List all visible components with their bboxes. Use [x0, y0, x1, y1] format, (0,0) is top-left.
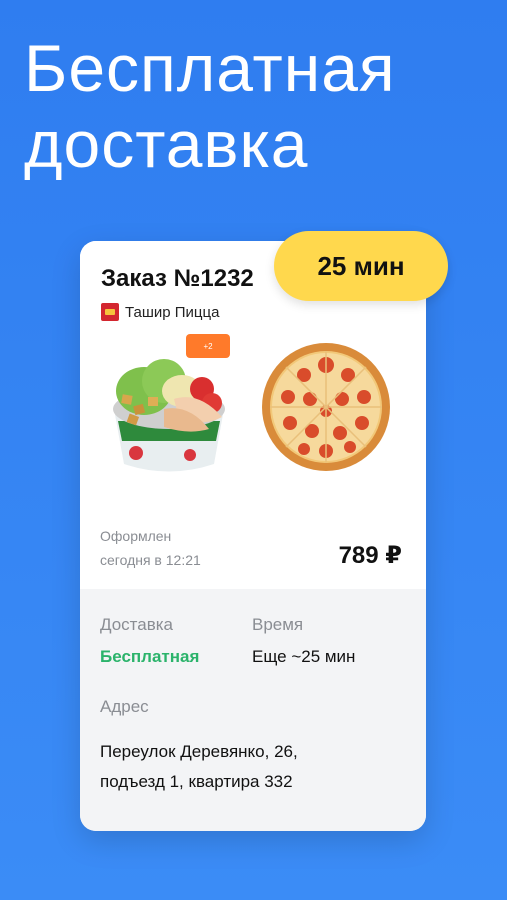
salad-image	[113, 359, 225, 472]
restaurant-name: Ташир Пицца	[125, 303, 220, 321]
delivery-value: Бесплатная	[100, 647, 200, 666]
restaurant-logo-icon	[101, 303, 119, 321]
eta-badge: 25 мин	[274, 231, 448, 301]
address-label: Адрес	[100, 697, 149, 716]
restaurant-row: Ташир Пицца	[101, 303, 219, 321]
order-status: Оформлен сегодня в 12:21	[100, 524, 250, 572]
item-count-badge: +2	[186, 334, 230, 358]
address-value: Переулок Деревянко, 26, подъезд 1, кварт…	[100, 737, 400, 797]
time-value: Еще ~25 мин	[252, 647, 356, 666]
address-line1: Переулок Деревянко, 26,	[100, 742, 298, 761]
pizza-image	[262, 343, 390, 471]
order-price: 789 ₽	[338, 542, 402, 569]
time-label: Время	[252, 615, 304, 634]
address-line2: подъезд 1, квартира 332	[100, 772, 293, 791]
headline: Бесплатная доставка	[24, 30, 494, 182]
order-card: Заказ №1232 Ташир Пицца +2 Оформлен сего…	[80, 241, 426, 831]
headline-line1: Бесплатная	[24, 31, 396, 105]
order-status-line1: Оформлен	[100, 528, 172, 544]
order-status-line2: сегодня в 12:21	[100, 552, 201, 568]
headline-line2: доставка	[24, 107, 309, 181]
order-title: Заказ №1232	[101, 265, 254, 292]
delivery-label: Доставка	[100, 615, 174, 634]
